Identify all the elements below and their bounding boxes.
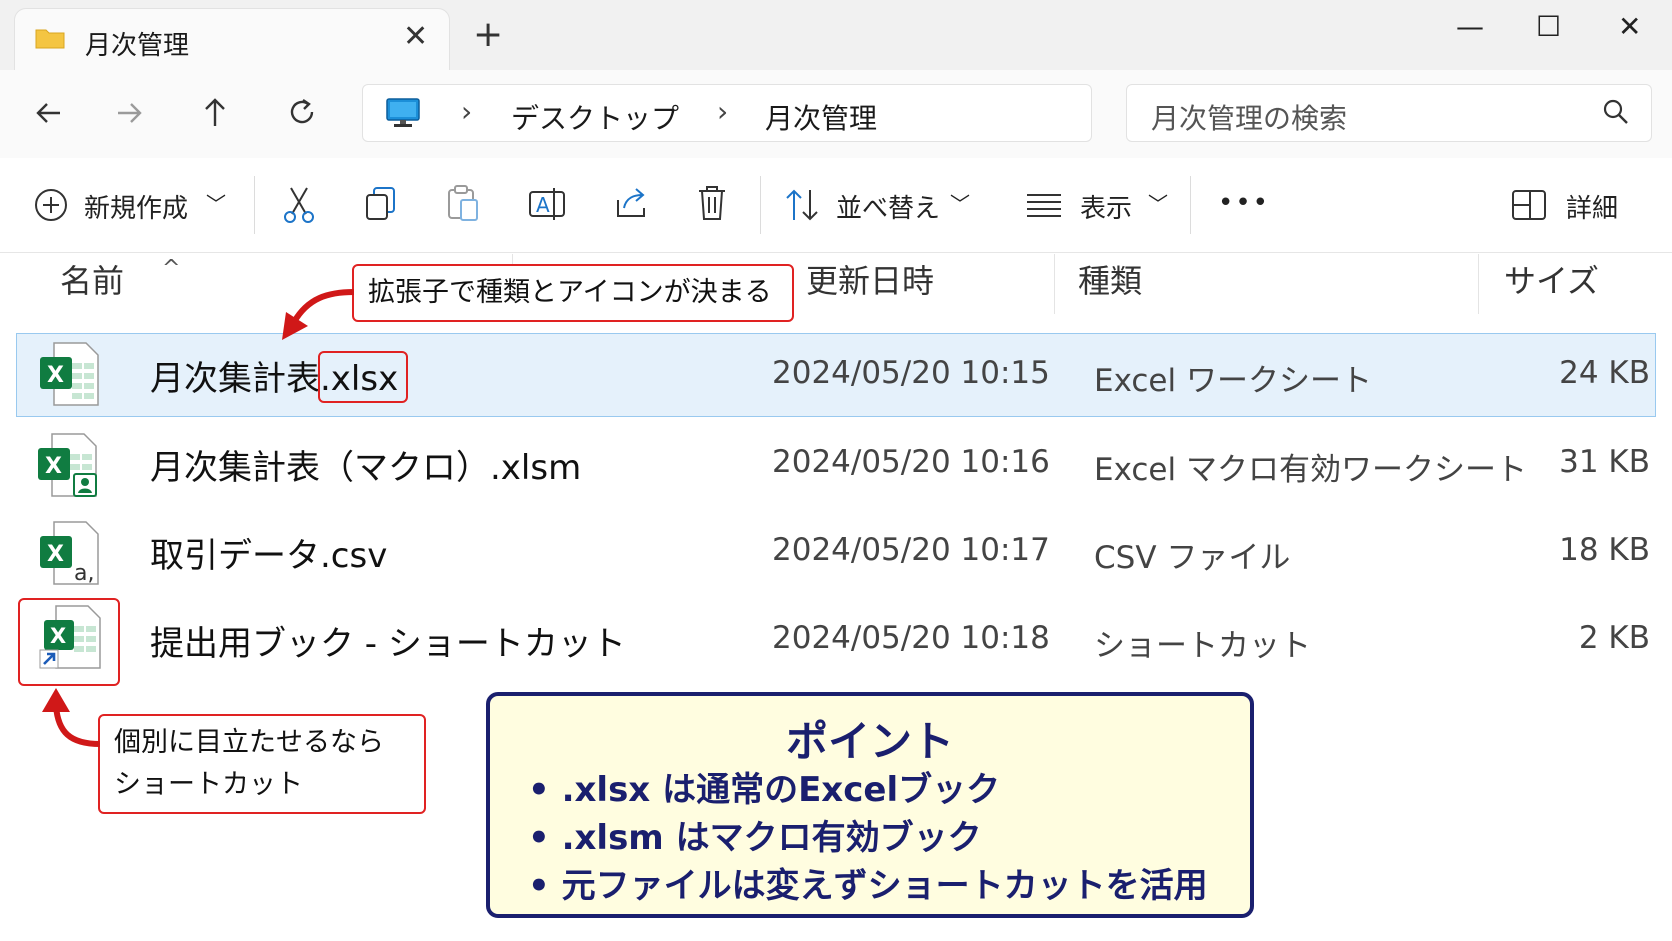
details-pane-label: 詳細 (1566, 194, 1619, 224)
svg-text:X: X (47, 542, 64, 567)
file-size: 2 KB (1578, 620, 1650, 656)
chevron-down-icon: ﹀ (206, 192, 226, 216)
search-icon[interactable] (1601, 97, 1631, 127)
file-name: 月次集計表（マクロ）.xlsm (150, 448, 582, 488)
close-tab-icon[interactable]: ✕ (403, 19, 428, 54)
view-list-icon (1027, 194, 1061, 217)
column-header-name[interactable]: 名前 (60, 256, 124, 302)
file-date: 2024/05/20 10:17 (772, 532, 1050, 568)
column-divider[interactable] (1478, 254, 1479, 314)
address-bar[interactable]: › デスクトップ › 月次管理 (362, 84, 1092, 142)
point-summary-box: ポイント • .xlsx は通常のExcelブック • .xlsm はマクロ有効… (486, 692, 1254, 918)
file-row[interactable]: X a, 取引データ.csv 2024/05/20 10:17 CSV ファイル… (16, 510, 1656, 594)
column-header-size[interactable]: サイズ (1504, 256, 1599, 302)
file-size: 24 KB (1559, 355, 1650, 391)
sort-arrows-icon (786, 189, 818, 221)
breadcrumb-current-folder[interactable]: 月次管理 (765, 97, 877, 137)
file-name: 提出用ブック - ショートカット (150, 624, 626, 664)
column-header-date[interactable]: 更新日時 (806, 256, 934, 302)
file-type: CSV ファイル (1094, 540, 1291, 576)
search-box[interactable]: 月次管理の検索 (1126, 84, 1652, 142)
folder-icon (35, 29, 65, 49)
shortcut-callout: 個別に目立たせるなら ショートカット (98, 714, 426, 814)
new-button[interactable]: 新規作成 ﹀ (34, 176, 244, 234)
breadcrumb-chevron-icon: › (717, 95, 729, 128)
svg-text:X: X (45, 454, 62, 479)
column-divider[interactable] (1054, 254, 1055, 314)
sort-ascending-icon: ^ (162, 256, 181, 281)
delete-icon[interactable] (696, 184, 728, 222)
chevron-down-icon: ﹀ (950, 192, 970, 216)
view-button-label: 表示 (1080, 194, 1133, 224)
sort-button-label: 並べ替え (836, 194, 941, 224)
more-options-icon[interactable]: ••• (1218, 188, 1270, 218)
point-title: ポイント (785, 717, 954, 766)
maximize-button[interactable]: ☐ (1536, 10, 1561, 43)
chevron-down-icon: ﹀ (1148, 192, 1168, 216)
forward-arrow-icon[interactable] (114, 98, 144, 128)
callout-arrow-icon (282, 289, 355, 340)
refresh-icon[interactable] (286, 96, 318, 128)
file-row[interactable]: X 月次集計表.xlsx 2024/05/20 10:15 Excel ワークシ… (16, 333, 1656, 417)
svg-text:A: A (536, 193, 550, 217)
file-date: 2024/05/20 10:15 (772, 355, 1050, 391)
file-row[interactable]: X 提出用ブック - ショートカット 2024/05/20 10:18 ショート… (16, 598, 1656, 682)
navigation-bar: › デスクトップ › 月次管理 月次管理の検索 (0, 70, 1672, 159)
svg-text:a,: a, (74, 561, 94, 586)
toolbar-divider (760, 176, 761, 234)
column-header-type[interactable]: 種類 (1078, 256, 1142, 302)
file-date: 2024/05/20 10:18 (772, 620, 1050, 656)
file-row[interactable]: X 月次集計表（マクロ）.xlsm 2024/05/20 10:16 Excel… (16, 422, 1656, 506)
details-pane-icon (1512, 190, 1546, 220)
paste-icon[interactable] (446, 184, 480, 222)
point-line: • .xlsm はマクロ有効ブック (528, 818, 982, 858)
up-arrow-icon[interactable] (200, 96, 230, 128)
toolbar-divider (1190, 176, 1191, 234)
tab-title: 月次管理 (85, 31, 190, 61)
new-tab-button[interactable]: + (473, 14, 503, 55)
excel-workbook-icon: X (40, 342, 99, 406)
plus-circle-icon (35, 189, 67, 221)
cut-icon[interactable] (282, 186, 316, 224)
details-pane-button[interactable]: 詳細 (1512, 176, 1652, 234)
search-input[interactable]: 月次管理の検索 (1151, 97, 1347, 137)
shortcut-callout-line1: 個別に目立たせるなら (114, 727, 384, 758)
extension-callout: 拡張子で種類とアイコンが決まる (352, 264, 794, 322)
breadcrumb-desktop[interactable]: デスクトップ (511, 97, 679, 137)
file-name: 取引データ.csv (150, 536, 388, 576)
close-window-button[interactable]: ✕ (1618, 10, 1641, 43)
sort-button[interactable]: 並べ替え ﹀ (784, 176, 974, 234)
extension-highlight-box (318, 351, 408, 403)
file-size: 31 KB (1559, 444, 1650, 480)
shortcut-icon-highlight-box (18, 598, 120, 686)
file-type: ショートカット (1094, 628, 1311, 664)
tab-active[interactable]: 月次管理 ✕ (14, 8, 450, 70)
this-pc-icon (386, 98, 420, 127)
shortcut-callout-line2: ショートカット (114, 769, 303, 800)
svg-text:X: X (47, 363, 64, 388)
toolbar-divider (254, 176, 255, 234)
back-arrow-icon[interactable] (34, 98, 64, 128)
view-button[interactable]: 表示 ﹀ (1026, 176, 1172, 234)
file-date: 2024/05/20 10:16 (772, 444, 1050, 480)
file-size: 18 KB (1559, 532, 1650, 568)
copy-icon[interactable] (364, 186, 398, 222)
callout-arrow-icon (42, 688, 101, 747)
share-icon[interactable] (614, 186, 650, 220)
file-type: Excel ワークシート (1094, 363, 1372, 399)
excel-macro-icon: X (38, 433, 97, 497)
minimize-button[interactable]: — (1456, 10, 1484, 43)
title-bar: 月次管理 ✕ + — ☐ ✕ (0, 0, 1672, 70)
point-line: • .xlsx は通常のExcelブック (528, 770, 1001, 810)
command-bar: 新規作成 ﹀ A 並べ替え ﹀ 表示 ﹀ ••• 詳細 (0, 158, 1672, 253)
point-line: • 元ファイルは変えずショートカットを活用 (528, 866, 1208, 906)
rename-icon[interactable]: A (528, 186, 566, 222)
breadcrumb-chevron-icon: › (461, 95, 473, 128)
csv-file-icon: X a, (40, 521, 99, 586)
new-button-label: 新規作成 (84, 194, 189, 224)
